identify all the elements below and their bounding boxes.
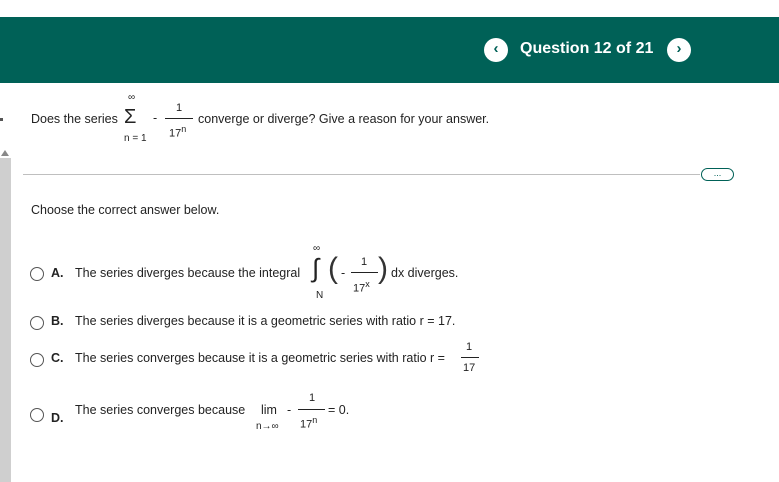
- integral-lower-limit: N: [316, 290, 324, 301]
- option-d-suffix: = 0.: [328, 403, 350, 417]
- bullet-marker: [0, 118, 3, 121]
- option-d-text: The series converges because: [75, 403, 246, 417]
- header-bar: ‹ Question 12 of 21 ›: [0, 17, 779, 83]
- left-paren: (: [328, 252, 338, 285]
- fraction-numerator: 1: [176, 102, 183, 114]
- integrand-numerator: 1: [361, 256, 368, 268]
- chevron-right-icon: ›: [676, 40, 682, 57]
- minus-sign: -: [287, 403, 292, 417]
- limit-numerator: 1: [309, 392, 316, 404]
- option-a-suffix: dx diverges.: [391, 266, 459, 280]
- option-a-letter: A.: [51, 266, 64, 280]
- option-d-letter: D.: [51, 411, 64, 425]
- divider: [23, 174, 700, 175]
- ratio-denominator: 17: [463, 362, 476, 374]
- minus-sign: -: [153, 111, 158, 125]
- limit-subscript: n→∞: [256, 421, 279, 432]
- option-a-radio[interactable]: [30, 267, 44, 281]
- option-c-radio[interactable]: [30, 353, 44, 367]
- integrand-fraction-bar: [351, 272, 378, 273]
- right-paren: ): [378, 252, 388, 285]
- scroll-up-icon[interactable]: [1, 150, 9, 156]
- sum-upper-limit: ∞: [128, 92, 136, 103]
- limit-label: lim: [261, 403, 277, 417]
- sum-lower-limit: n = 1: [124, 133, 147, 144]
- minus-sign: -: [341, 266, 346, 280]
- limit-fraction-bar: [298, 409, 325, 410]
- option-c-letter: C.: [51, 351, 64, 365]
- question-suffix: converge or diverge? Give a reason for y…: [198, 112, 490, 126]
- option-b-text: The series diverges because it is a geom…: [75, 314, 456, 328]
- scrollbar[interactable]: [0, 158, 11, 482]
- fraction-denominator: 17n: [169, 124, 187, 140]
- sigma-symbol: Σ: [124, 106, 137, 128]
- previous-question-button[interactable]: ‹: [484, 38, 508, 62]
- integral-sign: ∫: [312, 253, 320, 283]
- more-options-button[interactable]: ...: [701, 168, 734, 181]
- limit-denominator: 17n: [300, 415, 318, 431]
- question-prefix: Does the series: [31, 112, 118, 126]
- instruction-text: Choose the correct answer below.: [31, 203, 220, 217]
- question-counter: Question 12 of 21: [520, 40, 654, 57]
- option-d-radio[interactable]: [30, 408, 44, 422]
- ratio-fraction-bar: [461, 357, 479, 358]
- option-b-letter: B.: [51, 314, 64, 328]
- next-question-button[interactable]: ›: [667, 38, 691, 62]
- fraction-bar: [165, 118, 193, 119]
- option-c-text: The series converges because it is a geo…: [75, 351, 445, 365]
- integrand-denominator: 17x: [353, 279, 370, 295]
- ratio-numerator: 1: [466, 341, 473, 353]
- option-b-radio[interactable]: [30, 316, 44, 330]
- option-a-text: The series diverges because the integral: [75, 266, 301, 280]
- chevron-left-icon: ‹: [493, 40, 499, 57]
